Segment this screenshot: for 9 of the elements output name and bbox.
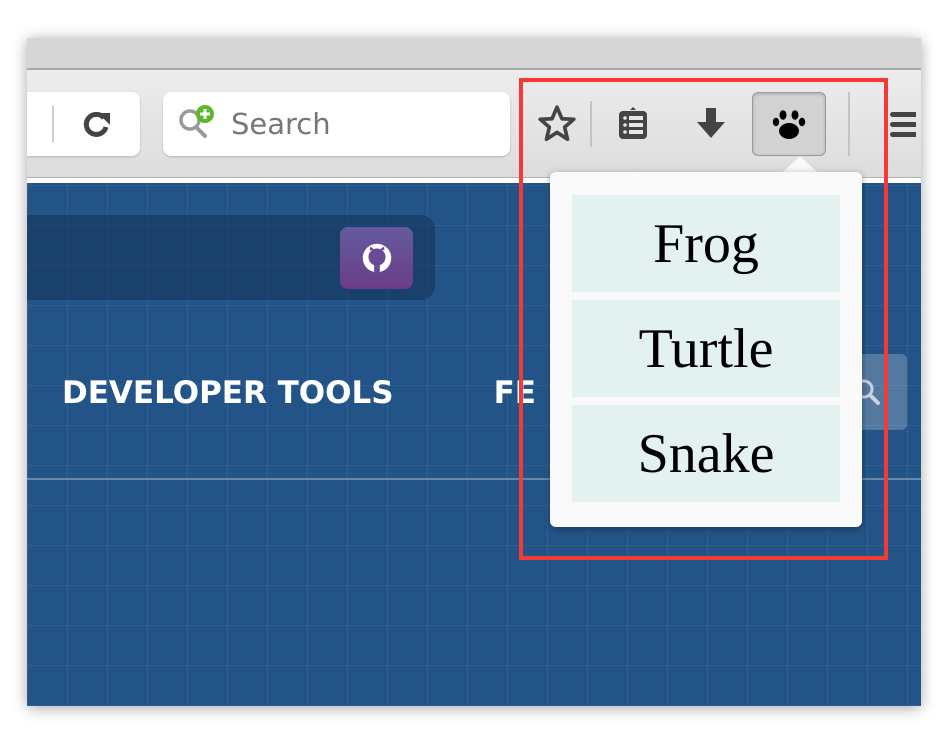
- github-button[interactable]: [340, 227, 413, 289]
- address-bar[interactable]: [27, 92, 140, 156]
- nav-link[interactable]: DEVELOPER TOOLS: [62, 375, 394, 411]
- menu-item[interactable]: Snake: [572, 405, 840, 502]
- reload-icon[interactable]: [82, 109, 112, 139]
- menu-item[interactable]: Turtle: [572, 300, 840, 397]
- search-field[interactable]: Search: [163, 92, 510, 156]
- paw-button[interactable]: [752, 92, 826, 156]
- menu-item[interactable]: Frog: [572, 195, 840, 292]
